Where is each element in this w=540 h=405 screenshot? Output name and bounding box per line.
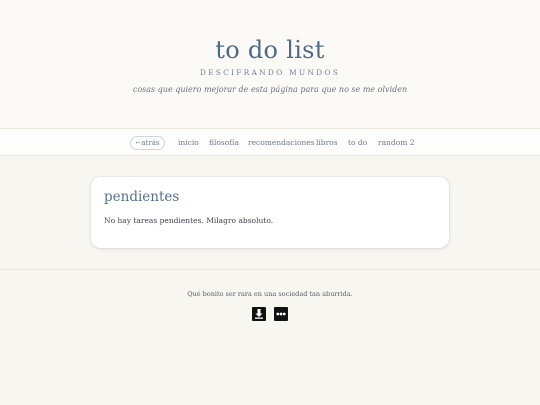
nav-link-libros[interactable]: libros	[316, 138, 338, 147]
nav-link-filosofia[interactable]: filosofía	[209, 138, 239, 147]
footer-text: Qué bonito ser rara en una sociedad tan …	[187, 290, 353, 298]
back-button[interactable]: ←atrás	[130, 136, 165, 150]
nav-link-recomendaciones[interactable]: recomendaciones	[248, 138, 315, 147]
card-text: No hay tareas pendientes. Milagro absolu…	[104, 216, 274, 225]
more-icon[interactable]	[274, 307, 288, 321]
download-icon[interactable]	[252, 307, 266, 321]
site-title[interactable]: to do list	[0, 36, 540, 64]
nav-link-random-2[interactable]: random 2	[378, 138, 414, 147]
site-header: to do list DESCIFRANDO MUNDOS cosas que …	[0, 0, 540, 128]
nav-bar: ←atrás inicio filosofía recomendaciones …	[0, 128, 540, 156]
site-tagline: cosas que quiero mejorar de esta página …	[132, 85, 408, 94]
nav-link-to-do[interactable]: to do	[348, 138, 367, 147]
footer-divider	[0, 269, 540, 270]
site-subtitle: DESCIFRANDO MUNDOS	[199, 68, 341, 77]
pending-card: pendientes No hay tareas pendientes. Mil…	[91, 177, 449, 248]
nav-link-inicio[interactable]: inicio	[178, 138, 199, 147]
card-title: pendientes	[104, 189, 180, 205]
